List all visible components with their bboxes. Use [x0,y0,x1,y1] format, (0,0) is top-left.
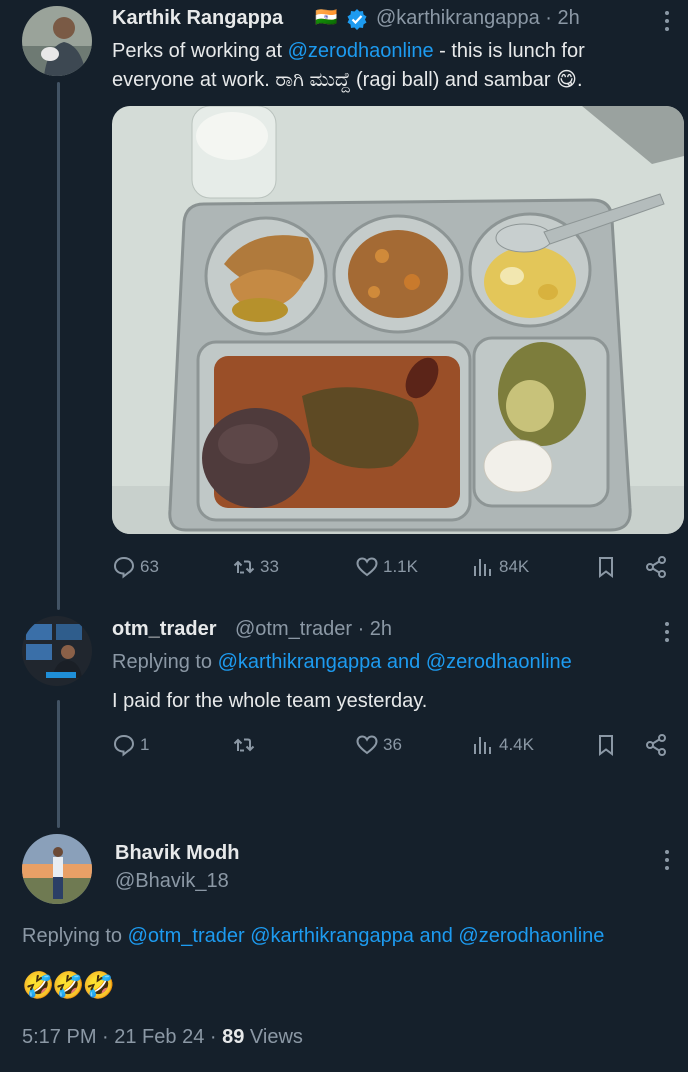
views-button[interactable]: 84K [471,555,529,579]
author-handle[interactable]: @otm_trader [235,618,352,640]
tweet-text-line2: everyone at work. ರಾಗಿ ಮುದ್ದೆ (ragi ball… [112,69,551,91]
views-count: 84K [499,557,530,576]
repost-button[interactable] [232,733,260,757]
bookmark-icon [599,557,613,578]
share-icon [646,734,666,756]
bookmark-icon [599,735,613,756]
views-label: Views [244,1026,303,1048]
analytics-icon [474,559,491,576]
thread-line-1 [57,82,60,610]
author-name[interactable]: Bhavik Modh [115,842,239,865]
rofl-emojis: 🤣🤣🤣 [22,970,115,1000]
more-options-icon[interactable] [664,850,670,874]
reply-icon [113,556,135,579]
avatar-otm-trader[interactable] [22,616,92,686]
author-handle[interactable]: @karthikrangappa [376,7,540,29]
like-button[interactable]: 36 [355,733,402,757]
mention-zerodhaonline[interactable]: @zerodhaonline [288,40,434,62]
author-handle[interactable]: @Bhavik_18 [115,870,229,893]
share-icon [646,556,666,578]
reply-button[interactable]: 63 [112,555,159,579]
views-button[interactable]: 4.4K [471,733,534,757]
author-name[interactable]: otm_trader [112,618,216,641]
replying-prefix: Replying to [22,925,128,947]
repost-icon [233,560,255,574]
mention-karthikrangappa[interactable]: @karthikrangappa [218,651,382,673]
bookmark-button[interactable] [594,555,618,579]
heart-icon [356,557,378,577]
thread-line-2 [57,700,60,828]
like-count: 36 [383,735,402,754]
reply-count: 63 [140,557,159,576]
tweet-text-prefix: Perks of working at [112,40,288,62]
views-count: 89 [222,1026,245,1048]
tweet-time[interactable]: · 2h [545,7,579,29]
bookmark-button[interactable] [594,733,618,757]
reply-button[interactable]: 1 [112,733,149,757]
replying-and: and [381,651,426,673]
replying-prefix: Replying to [112,651,218,673]
reply-icon [113,734,135,757]
flag-icon: 🇮🇳 [315,7,338,27]
share-button[interactable] [644,733,668,757]
share-button[interactable] [644,555,668,579]
replying-to: Replying to @otm_trader @karthikrangappa… [22,925,688,948]
tweet-text-line1: - this is lunch for [433,40,585,62]
mention-zerodhaonline[interactable]: @zerodhaonline [458,925,604,947]
more-options-icon[interactable] [664,622,670,646]
mention-zerodhaonline[interactable]: @zerodhaonline [426,651,572,673]
verified-badge-icon [347,9,367,30]
like-button[interactable]: 1.1K [355,555,418,579]
reply-count: 1 [140,735,150,754]
repost-icon [233,738,255,752]
more-options-icon[interactable] [664,11,670,35]
repost-button[interactable]: 33 [232,555,279,579]
tweet-time[interactable]: · 2h [358,618,392,640]
tweet-timestamp-line: 5:17 PM · 21 Feb 24 · 89 Views [22,1026,303,1049]
mention-otm-trader[interactable]: @otm_trader [128,925,245,947]
tweet-body: I paid for the whole team yesterday. [112,690,428,712]
tweet-text-end: . [576,69,583,91]
tweet-body: Perks of working at @zerodhaonline - thi… [112,37,682,95]
author-name[interactable]: Karthik Rangappa [112,7,283,30]
heart-icon [356,735,378,755]
mention-karthikrangappa[interactable]: @karthikrangappa [250,925,414,947]
tweet-image[interactable] [112,106,684,534]
avatar-bhavik[interactable] [22,834,92,904]
yum-emoji: 😋 [556,69,577,91]
like-count: 1.1K [383,557,418,576]
replying-to: Replying to @karthikrangappa and @zerodh… [112,651,572,674]
repost-count: 33 [260,557,279,576]
replying-and: and [413,925,459,947]
views-count: 4.4K [499,735,534,754]
tweet-timestamp[interactable]: 5:17 PM · 21 Feb 24 · [22,1026,222,1048]
analytics-icon [474,737,491,754]
avatar-karthik[interactable] [22,6,92,76]
